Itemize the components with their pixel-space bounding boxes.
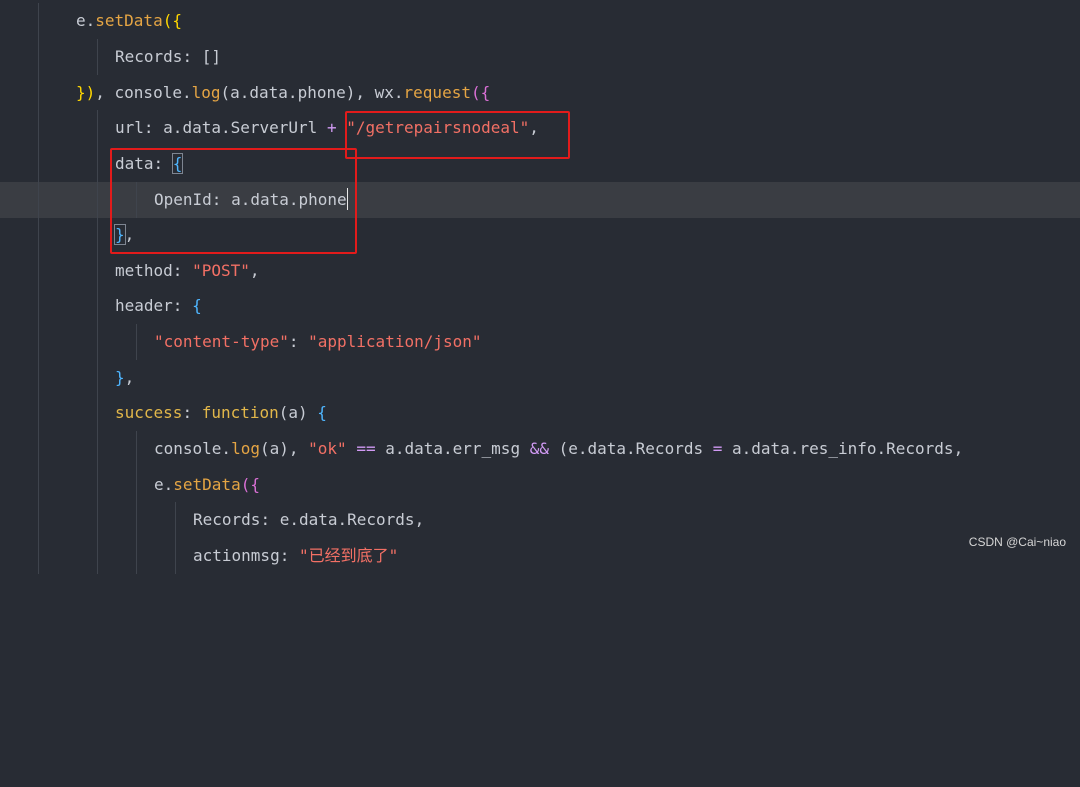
indent-guide (38, 360, 39, 396)
indent-guide (97, 467, 98, 503)
indent-guide (97, 182, 98, 218)
indent-guide (97, 288, 98, 324)
indent-guide (97, 502, 98, 538)
indent-guide (97, 110, 98, 146)
indent-guide (97, 253, 98, 289)
indent-guide (38, 395, 39, 431)
indent-guide (97, 538, 98, 574)
code-line: Records: [] (0, 39, 1080, 75)
code-line: success: function(a) { (0, 395, 1080, 431)
indent-guide (38, 217, 39, 253)
indent-guide (136, 502, 137, 538)
code-text: success: function(a) { (115, 403, 327, 422)
indent-guide (38, 324, 39, 360)
code-line: actionmsg: "已经到底了" (0, 538, 1080, 574)
code-text: }), console.log(a.data.phone), wx.reques… (76, 83, 491, 102)
code-text: header: { (115, 296, 202, 315)
code-line: header: { (0, 288, 1080, 324)
indent-guide (38, 182, 39, 218)
indent-guide (38, 110, 39, 146)
indent-guide (38, 467, 39, 503)
code-line: method: "POST", (0, 253, 1080, 289)
code-line: e.setData({ (0, 467, 1080, 503)
indent-guide (38, 431, 39, 467)
indent-guide (38, 253, 39, 289)
indent-guide (97, 217, 98, 253)
code-editor[interactable]: e.setData({ Records: [] }), console.log(… (0, 0, 1080, 574)
indent-guide (175, 538, 176, 574)
indent-guide (38, 75, 39, 111)
indent-guide (136, 324, 137, 360)
annotation-box-data (110, 148, 357, 254)
code-line: console.log(a), "ok" == a.data.err_msg &… (0, 431, 1080, 467)
indent-guide (38, 502, 39, 538)
code-text: }, (115, 368, 135, 387)
indent-guide (97, 360, 98, 396)
watermark: CSDN @Cai~niao (968, 535, 1066, 549)
indent-guide (38, 288, 39, 324)
code-text: actionmsg: "已经到底了" (193, 546, 399, 565)
indent-guide (136, 467, 137, 503)
code-text: method: "POST", (115, 261, 260, 280)
indent-guide (38, 146, 39, 182)
code-text: "content-type": "application/json" (154, 332, 482, 351)
code-line: }), console.log(a.data.phone), wx.reques… (0, 75, 1080, 111)
indent-guide (97, 146, 98, 182)
indent-guide (97, 395, 98, 431)
indent-guide (97, 39, 98, 75)
code-line: }, (0, 360, 1080, 396)
indent-guide (175, 502, 176, 538)
code-line: "content-type": "application/json" (0, 324, 1080, 360)
code-text: e.setData({ (154, 475, 260, 494)
indent-guide (38, 3, 39, 39)
indent-guide (97, 324, 98, 360)
indent-guide (38, 538, 39, 574)
indent-guide (38, 39, 39, 75)
code-text: Records: e.data.Records, (193, 510, 425, 529)
indent-guide (136, 538, 137, 574)
code-line: Records: e.data.Records, (0, 502, 1080, 538)
annotation-box-url (345, 111, 570, 159)
code-text: e.setData({ (76, 11, 182, 30)
code-line: e.setData({ (0, 3, 1080, 39)
indent-guide (97, 431, 98, 467)
indent-guide (136, 431, 137, 467)
code-text: Records: [] (115, 47, 221, 66)
code-text: console.log(a), "ok" == a.data.err_msg &… (154, 439, 964, 458)
